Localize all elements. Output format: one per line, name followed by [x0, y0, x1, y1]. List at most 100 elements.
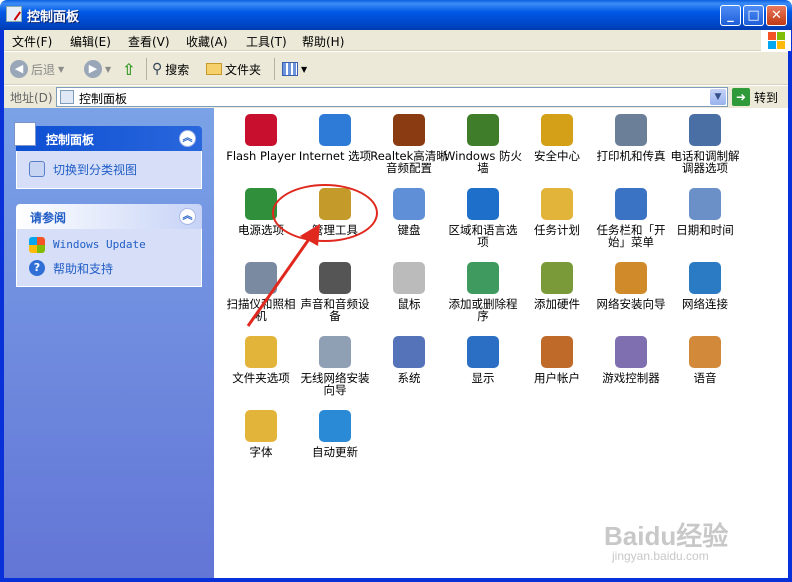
views-button[interactable]: ▼ — [282, 59, 307, 79]
switch-category-view-link[interactable]: 切换到分类视图 — [53, 161, 137, 178]
wireless-icon — [319, 336, 351, 368]
control-panel-item[interactable]: 网络连接 — [666, 262, 744, 310]
chevron-down-icon: ▼ — [301, 64, 308, 74]
address-value: 控制面板 — [79, 92, 128, 106]
display-icon — [467, 336, 499, 368]
control-panel-item[interactable]: 任务计划 — [518, 188, 596, 236]
control-panel-item[interactable]: 日期和时间 — [666, 188, 744, 236]
go-label: 转到 — [754, 90, 779, 105]
back-arrow-icon: ◀ — [10, 60, 28, 78]
items-view: Flash Player Internet 选项 Realtek高清晰音频配置 Win… — [214, 108, 788, 578]
item-label: Realtek高清晰音频配置 — [370, 149, 448, 175]
control-panel-item[interactable]: 添加硬件 — [518, 262, 596, 310]
control-panel-item[interactable]: Realtek高清晰音频配置 — [370, 114, 448, 174]
item-label: 游戏控制器 — [602, 371, 660, 385]
control-panel-item[interactable]: Windows 防火墙 — [444, 114, 522, 174]
control-panel-item[interactable]: Internet 选项 — [296, 114, 374, 162]
window-title: 控制面板 — [27, 10, 80, 25]
item-label: Windows 防火墙 — [444, 149, 522, 175]
minimize-button[interactable]: _ — [720, 5, 741, 26]
menu-tools[interactable]: 工具(T) — [246, 33, 287, 50]
up-button[interactable]: ⇧ — [122, 59, 135, 79]
folder-options-icon — [245, 336, 277, 368]
item-label: 网络连接 — [682, 297, 728, 311]
control-panel-item[interactable]: 系统 — [370, 336, 448, 384]
item-label: 区域和语言选项 — [448, 223, 518, 249]
switch-view-icon — [29, 161, 45, 177]
control-panel-item[interactable]: 字体 — [222, 410, 300, 458]
network-connections-icon — [689, 262, 721, 294]
views-icon — [282, 62, 298, 76]
search-button[interactable]: ⚲ 搜索 — [152, 59, 189, 79]
control-panel-item[interactable]: 打印机和传真 — [592, 114, 670, 162]
menu-edit[interactable]: 编辑(E) — [70, 33, 111, 50]
control-panel-item[interactable]: 区域和语言选项 — [444, 188, 522, 248]
item-label: 任务计划 — [534, 223, 580, 237]
mouse-icon — [393, 262, 425, 294]
control-panel-item[interactable]: 语音 — [666, 336, 744, 384]
item-label: 电话和调制解调器选项 — [670, 149, 740, 175]
title-bar[interactable]: 控制面板 _ □ ✕ — [0, 0, 792, 30]
control-panel-item[interactable]: 显示 — [444, 336, 522, 384]
item-label: 用户帐户 — [534, 371, 580, 385]
security-shield-icon — [541, 114, 573, 146]
keyboard-icon — [393, 188, 425, 220]
maximize-button[interactable]: □ — [743, 5, 764, 26]
control-panel-item[interactable]: 鼠标 — [370, 262, 448, 310]
forward-button[interactable]: ▶ ▼ — [84, 59, 111, 79]
window-border-right — [788, 30, 792, 582]
annotation-arrow — [246, 224, 320, 327]
control-panel-item[interactable]: 用户帐户 — [518, 336, 596, 384]
toolbar: ◀ 后退 ▼ ▶ ▼ ⇧ ⚲ 搜索 文件夹 ▼ — [4, 52, 788, 85]
windows-update-link[interactable]: Windows Update — [53, 238, 146, 251]
item-label: 任务栏和「开始」菜单 — [596, 223, 666, 249]
system-icon — [393, 336, 425, 368]
panel-control-panel: 切换到分类视图 — [16, 151, 202, 189]
chevron-down-icon[interactable]: ▼ — [710, 89, 726, 105]
control-panel-item[interactable]: 文件夹选项 — [222, 336, 300, 384]
panel-header-see-also[interactable]: 请参阅 ︽ — [16, 204, 202, 229]
control-panel-item[interactable]: 键盘 — [370, 188, 448, 236]
menu-favorites[interactable]: 收藏(A) — [186, 33, 228, 50]
control-panel-item[interactable]: 任务栏和「开始」菜单 — [592, 188, 670, 248]
menu-view[interactable]: 查看(V) — [128, 33, 170, 50]
control-panel-item[interactable]: 自动更新 — [296, 410, 374, 458]
help-support-link[interactable]: 帮助和支持 — [53, 260, 113, 277]
item-label: 文件夹选项 — [232, 371, 290, 385]
menu-help[interactable]: 帮助(H) — [302, 33, 344, 50]
item-label: 安全中心 — [534, 149, 580, 163]
control-panel-item[interactable]: 无线网络安装向导 — [296, 336, 374, 396]
address-label: 地址(D) — [10, 91, 53, 105]
item-label: 显示 — [471, 371, 495, 385]
printer-icon — [615, 114, 647, 146]
control-panel-item[interactable]: 添加或删除程序 — [444, 262, 522, 322]
menu-file[interactable]: 文件(F) — [12, 33, 52, 50]
search-label: 搜索 — [165, 62, 190, 77]
window-border-bottom — [0, 578, 792, 582]
add-hardware-icon — [541, 262, 573, 294]
address-input[interactable]: 控制面板 ▼ — [56, 87, 728, 107]
item-label: 日期和时间 — [676, 223, 734, 237]
folder-up-icon: ⇧ — [122, 59, 136, 79]
firewall-icon — [467, 114, 499, 146]
folders-button[interactable]: 文件夹 — [206, 59, 261, 79]
control-panel-item[interactable]: 网络安装向导 — [592, 262, 670, 310]
close-button[interactable]: ✕ — [766, 5, 787, 26]
address-bar: 地址(D) 控制面板 ▼ ➜ 转到 — [4, 86, 788, 108]
scheduled-tasks-icon — [541, 188, 573, 220]
add-remove-programs-icon — [467, 262, 499, 294]
panel-header-control-panel[interactable]: 控制面板 ︽ — [14, 122, 202, 151]
control-panel-item[interactable]: Flash Player — [222, 114, 300, 162]
control-panel-icon — [6, 6, 22, 22]
back-button[interactable]: ◀ 后退 ▼ — [10, 59, 64, 79]
collapse-icon[interactable]: ︽ — [179, 208, 196, 225]
control-panel-icon — [14, 122, 36, 146]
audio-speaker-icon — [393, 114, 425, 146]
globe-icon — [467, 188, 499, 220]
control-panel-item[interactable]: 电话和调制解调器选项 — [666, 114, 744, 174]
control-panel-item[interactable]: 安全中心 — [518, 114, 596, 162]
collapse-icon[interactable]: ︽ — [179, 130, 196, 147]
item-label: 字体 — [249, 445, 273, 459]
control-panel-item[interactable]: 游戏控制器 — [592, 336, 670, 384]
go-button[interactable]: ➜ 转到 — [732, 88, 778, 106]
